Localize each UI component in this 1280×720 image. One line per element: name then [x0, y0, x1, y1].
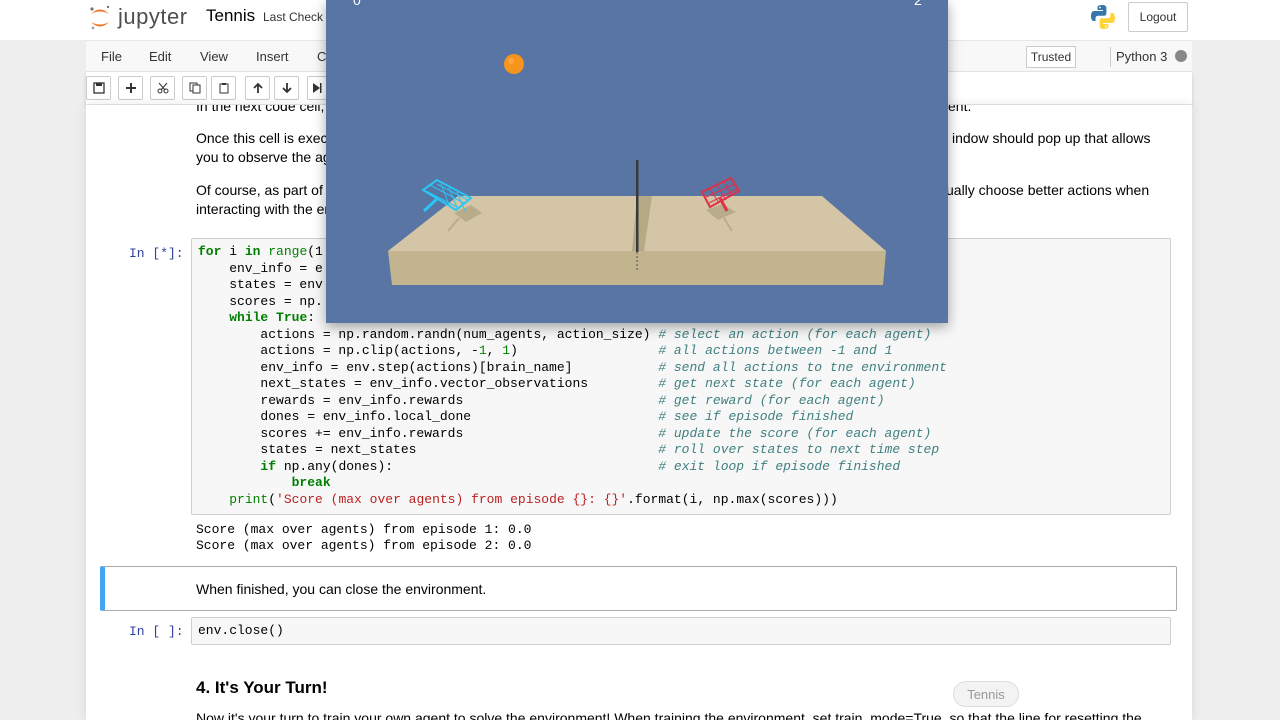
menu-insert[interactable]: Insert [256, 49, 289, 64]
trusted-indicator[interactable]: Trusted [1026, 46, 1076, 68]
menu-cell[interactable]: C [317, 49, 326, 64]
copy-icon [189, 82, 200, 94]
cell-prompt: In [*]: [129, 246, 184, 261]
markdown-p1-line2: you to observe the ag [196, 149, 331, 165]
cut-button[interactable] [150, 76, 175, 100]
paste-button[interactable] [211, 76, 236, 100]
menu-separator [1110, 47, 1111, 67]
checkpoint-status: Last Check [263, 10, 324, 24]
move-down-button[interactable] [274, 76, 299, 100]
markdown-p1-line1: Once this cell is execu [196, 130, 336, 146]
tennis-game-window[interactable]: 0 2 [326, 0, 948, 323]
menu-view[interactable]: View [200, 49, 228, 64]
markdown-close-env: When finished, you can close the environ… [196, 581, 487, 597]
markdown-p2-line2: interacting with the en [196, 201, 333, 217]
menu-edit[interactable]: Edit [149, 49, 171, 64]
cell-prompt: In [ ]: [129, 624, 184, 639]
output-line: Score (max over agents) from episode 1: … [196, 522, 532, 537]
section-paragraph: Now it's your turn to train your own age… [196, 710, 1142, 720]
net-pole [636, 160, 639, 252]
tennis-ball [504, 54, 524, 74]
insert-cell-button[interactable] [118, 76, 143, 100]
markdown-p2-line1-right: ually choose better actions when [946, 182, 1150, 198]
tooltip: Tennis [953, 681, 1019, 707]
kernel-name: Python 3 [1116, 49, 1168, 64]
arrow-up-icon [252, 82, 263, 93]
output-line: Score (max over agents) from episode 2: … [196, 538, 532, 553]
menu-file[interactable]: File [101, 49, 122, 64]
save-button[interactable] [86, 76, 111, 100]
jupyter-logo-text: jupyter [118, 4, 188, 29]
python-logo-icon [1091, 5, 1115, 29]
markdown-p1-line1-right: indow should pop up that allows [952, 130, 1151, 146]
plus-icon [125, 83, 136, 93]
markdown-p2-line1: Of course, as part of t [196, 182, 331, 198]
run-icon [313, 83, 322, 93]
copy-button[interactable] [182, 76, 207, 100]
paste-icon [219, 83, 228, 94]
kernel-status-icon [1175, 50, 1187, 62]
run-button[interactable] [307, 76, 327, 100]
save-icon [92, 82, 105, 94]
code-editor[interactable] [191, 617, 1171, 645]
section-heading: 4. It's Your Turn! [196, 678, 328, 697]
markdown-line-top-right: ent. [948, 105, 972, 114]
logout-button[interactable]: Logout [1128, 2, 1188, 32]
move-up-button[interactable] [245, 76, 270, 100]
cut-icon [157, 82, 168, 94]
code-cell-content[interactable]: env.close() [198, 623, 284, 640]
markdown-line-top: In the next code cell, [196, 105, 325, 114]
notebook-title[interactable]: Tennis [206, 6, 255, 26]
tennis-court-scene [388, 54, 886, 285]
arrow-down-icon [281, 83, 292, 94]
